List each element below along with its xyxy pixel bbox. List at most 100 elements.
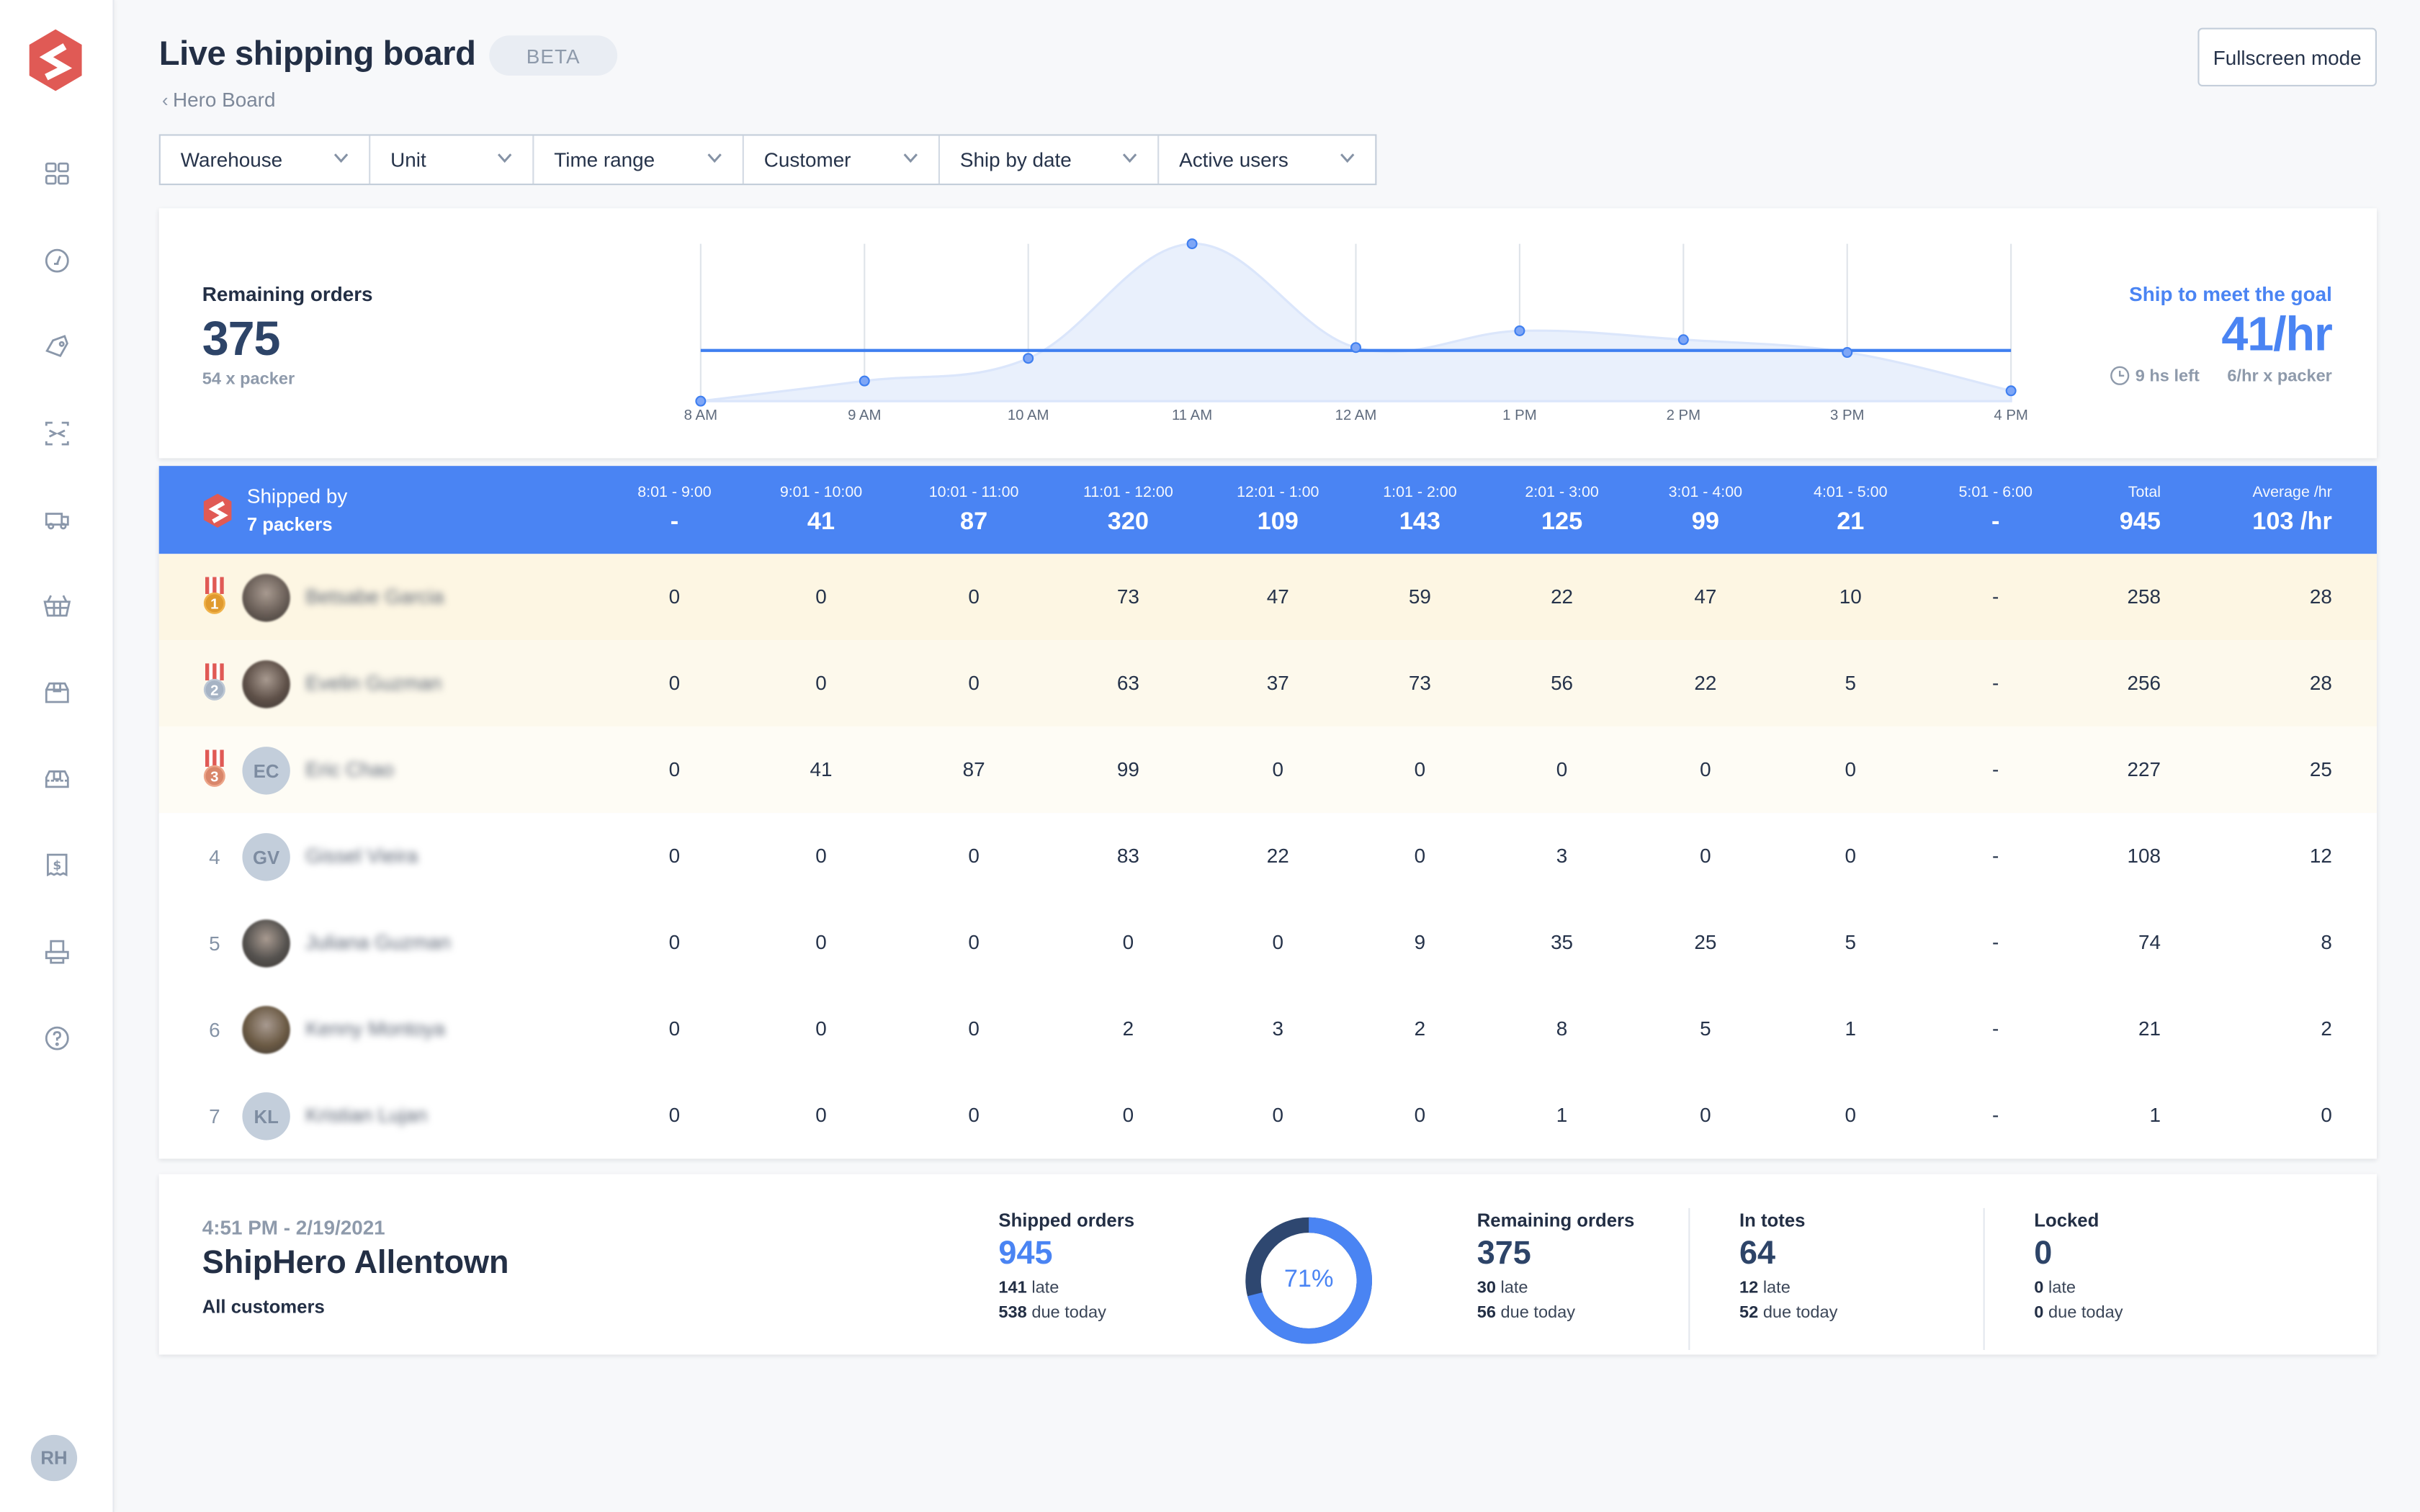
box-open-icon[interactable] [42,764,73,795]
chart-point[interactable] [695,395,707,407]
x-tick-label: 11 AM [1172,408,1212,423]
remaining-per-packer: 54 x packer [202,370,295,389]
stat-late: 12 late [1739,1279,1837,1297]
filter-customer[interactable]: Customer [744,135,940,184]
table-cell: 0 [1700,1103,1711,1127]
truck-icon[interactable] [42,505,73,536]
table-cell: 0 [815,671,827,695]
late-count: 141 [998,1279,1027,1298]
table-cell: 37 [1266,671,1289,695]
medal-rank: 2 [210,683,218,698]
table-cell: 0 [968,585,980,608]
shiphero-logo [203,493,232,528]
chart-point[interactable] [1842,347,1853,359]
printer-icon[interactable] [42,937,73,968]
filter-unit[interactable]: Unit [370,135,534,184]
gauge-icon[interactable] [42,246,73,276]
table-cell: 0 [815,585,827,608]
table-cell: 3 [1272,1017,1284,1040]
stat-due: 52 due today [1739,1304,1837,1323]
column-total: 87 [960,509,988,536]
header-column: 4:01 - 5:00 21 [1773,485,1927,537]
table-cell: 25 [1694,930,1717,954]
column-total: 320 [1107,509,1150,536]
stat-label: Locked [2034,1210,2099,1231]
due-count: 52 [1739,1303,1759,1323]
table-cell: 0 [1845,1103,1857,1127]
x-tick-label: 9 AM [848,408,881,423]
table-cell: 0 [815,844,827,868]
table-cell: 0 [2321,1103,2332,1127]
column-label: 12:01 - 1:00 [1237,484,1319,502]
header-column: 3:01 - 4:00 99 [1628,485,1783,537]
chart-point[interactable] [1023,353,1034,364]
sidebar: $ RH [0,0,115,1512]
chart-point[interactable] [1186,238,1198,250]
grid-icon[interactable] [42,159,73,190]
customer-scope: All customers [202,1296,325,1318]
column-total: - [670,509,679,536]
avatar-photo [242,1006,290,1054]
table-cell: 28 [2309,585,2332,608]
medal-rank: 1 [210,596,218,612]
table-row[interactable]: 6 Kenny Montoya 0 0 0 2 3 2 8 5 1-21 2 [158,986,2377,1073]
filter-time-range[interactable]: Time range [534,135,744,184]
table-cell: 0 [668,585,681,608]
x-tick-label: 8 AM [684,408,717,423]
avatar-photo [242,660,290,708]
chart-point[interactable] [1677,334,1689,346]
stat-value: 64 [1739,1236,1776,1272]
table-cell: 2 [1122,1017,1134,1040]
help-icon[interactable] [42,1023,73,1054]
table-row[interactable]: 5 Juliana Guzman 0 0 0 0 0 9 35 25 5-74 8 [158,899,2377,986]
receipt-icon[interactable]: $ [42,850,73,881]
filter-active-users[interactable]: Active users [1159,136,1375,184]
breadcrumb-back-link[interactable]: ‹ Hero Board [162,88,275,111]
table-cell: 5 [1845,930,1857,954]
table-cell: 22 [1266,844,1289,868]
table-row[interactable]: 1 Betsabe Garcia 0 0 0 73 47 59 22 47 10-258 28 [158,554,2377,641]
table-row[interactable]: 7 KL Kristian Lujan 0 0 0 0 0 0 1 0 0-1 0 [158,1072,2377,1159]
column-total: 21 [1837,509,1865,536]
filter-ship-by-date[interactable]: Ship by date [940,135,1160,184]
remaining-orders-label: Remaining orders [202,282,373,306]
box-icon[interactable] [42,678,73,708]
basket-icon[interactable] [42,591,73,622]
table-cell: 59 [1408,585,1431,608]
column-label: 9:01 - 10:00 [779,484,863,502]
bronze-medal-icon: 3 [202,748,227,791]
user-avatar[interactable]: RH [30,1434,78,1482]
chart-point[interactable] [1514,325,1525,336]
chart-point[interactable] [2005,385,2017,397]
filter-warehouse[interactable]: Warehouse [161,135,371,184]
shiphero-logo[interactable] [26,28,84,93]
chart-point[interactable] [859,375,870,387]
table-row[interactable]: 3 EC Eric Chao 0 41 87 99 0 0 0 0 0-227 25 [158,726,2377,814]
transfer-icon[interactable] [42,418,73,449]
packer-name: Evelin Guzman [305,671,442,695]
stat-value: 0 [2034,1236,2053,1272]
tag-icon[interactable] [42,332,73,363]
table-row[interactable]: 4 GV Gissel Vieira 0 0 0 83 22 0 3 0 0-108 12 [158,813,2377,900]
late-count: 12 [1739,1279,1759,1298]
table-cell: 47 [1694,585,1717,608]
x-tick-label: 10 AM [1008,408,1049,423]
table-cell: 0 [968,844,980,868]
packer-name: Kristian Lujan [305,1103,428,1127]
filter-label: Unit [390,148,426,171]
table-cell: 258 [2127,585,2161,608]
column-total: 143 [1399,509,1441,536]
chart-point[interactable] [1350,342,1361,354]
table-row[interactable]: 2 Evelin Guzman 0 0 0 63 37 73 56 22 5-256 28 [158,640,2377,727]
fullscreen-button[interactable]: Fullscreen mode [2197,27,2377,86]
column-label: 8:01 - 9:00 [637,484,712,502]
table-cell: 227 [2127,757,2161,781]
avatar-photo [242,574,290,622]
warehouse-summary: 4:51 PM - 2/19/2021 ShipHero Allentown A… [158,1174,2377,1355]
table-cell: 35 [1551,930,1574,954]
avatar-photo [242,919,290,968]
column-total: 41 [807,509,835,536]
table-cell: 256 [2127,671,2161,695]
column-label: 3:01 - 4:00 [1668,484,1743,502]
due-text: due today [1500,1303,1576,1323]
